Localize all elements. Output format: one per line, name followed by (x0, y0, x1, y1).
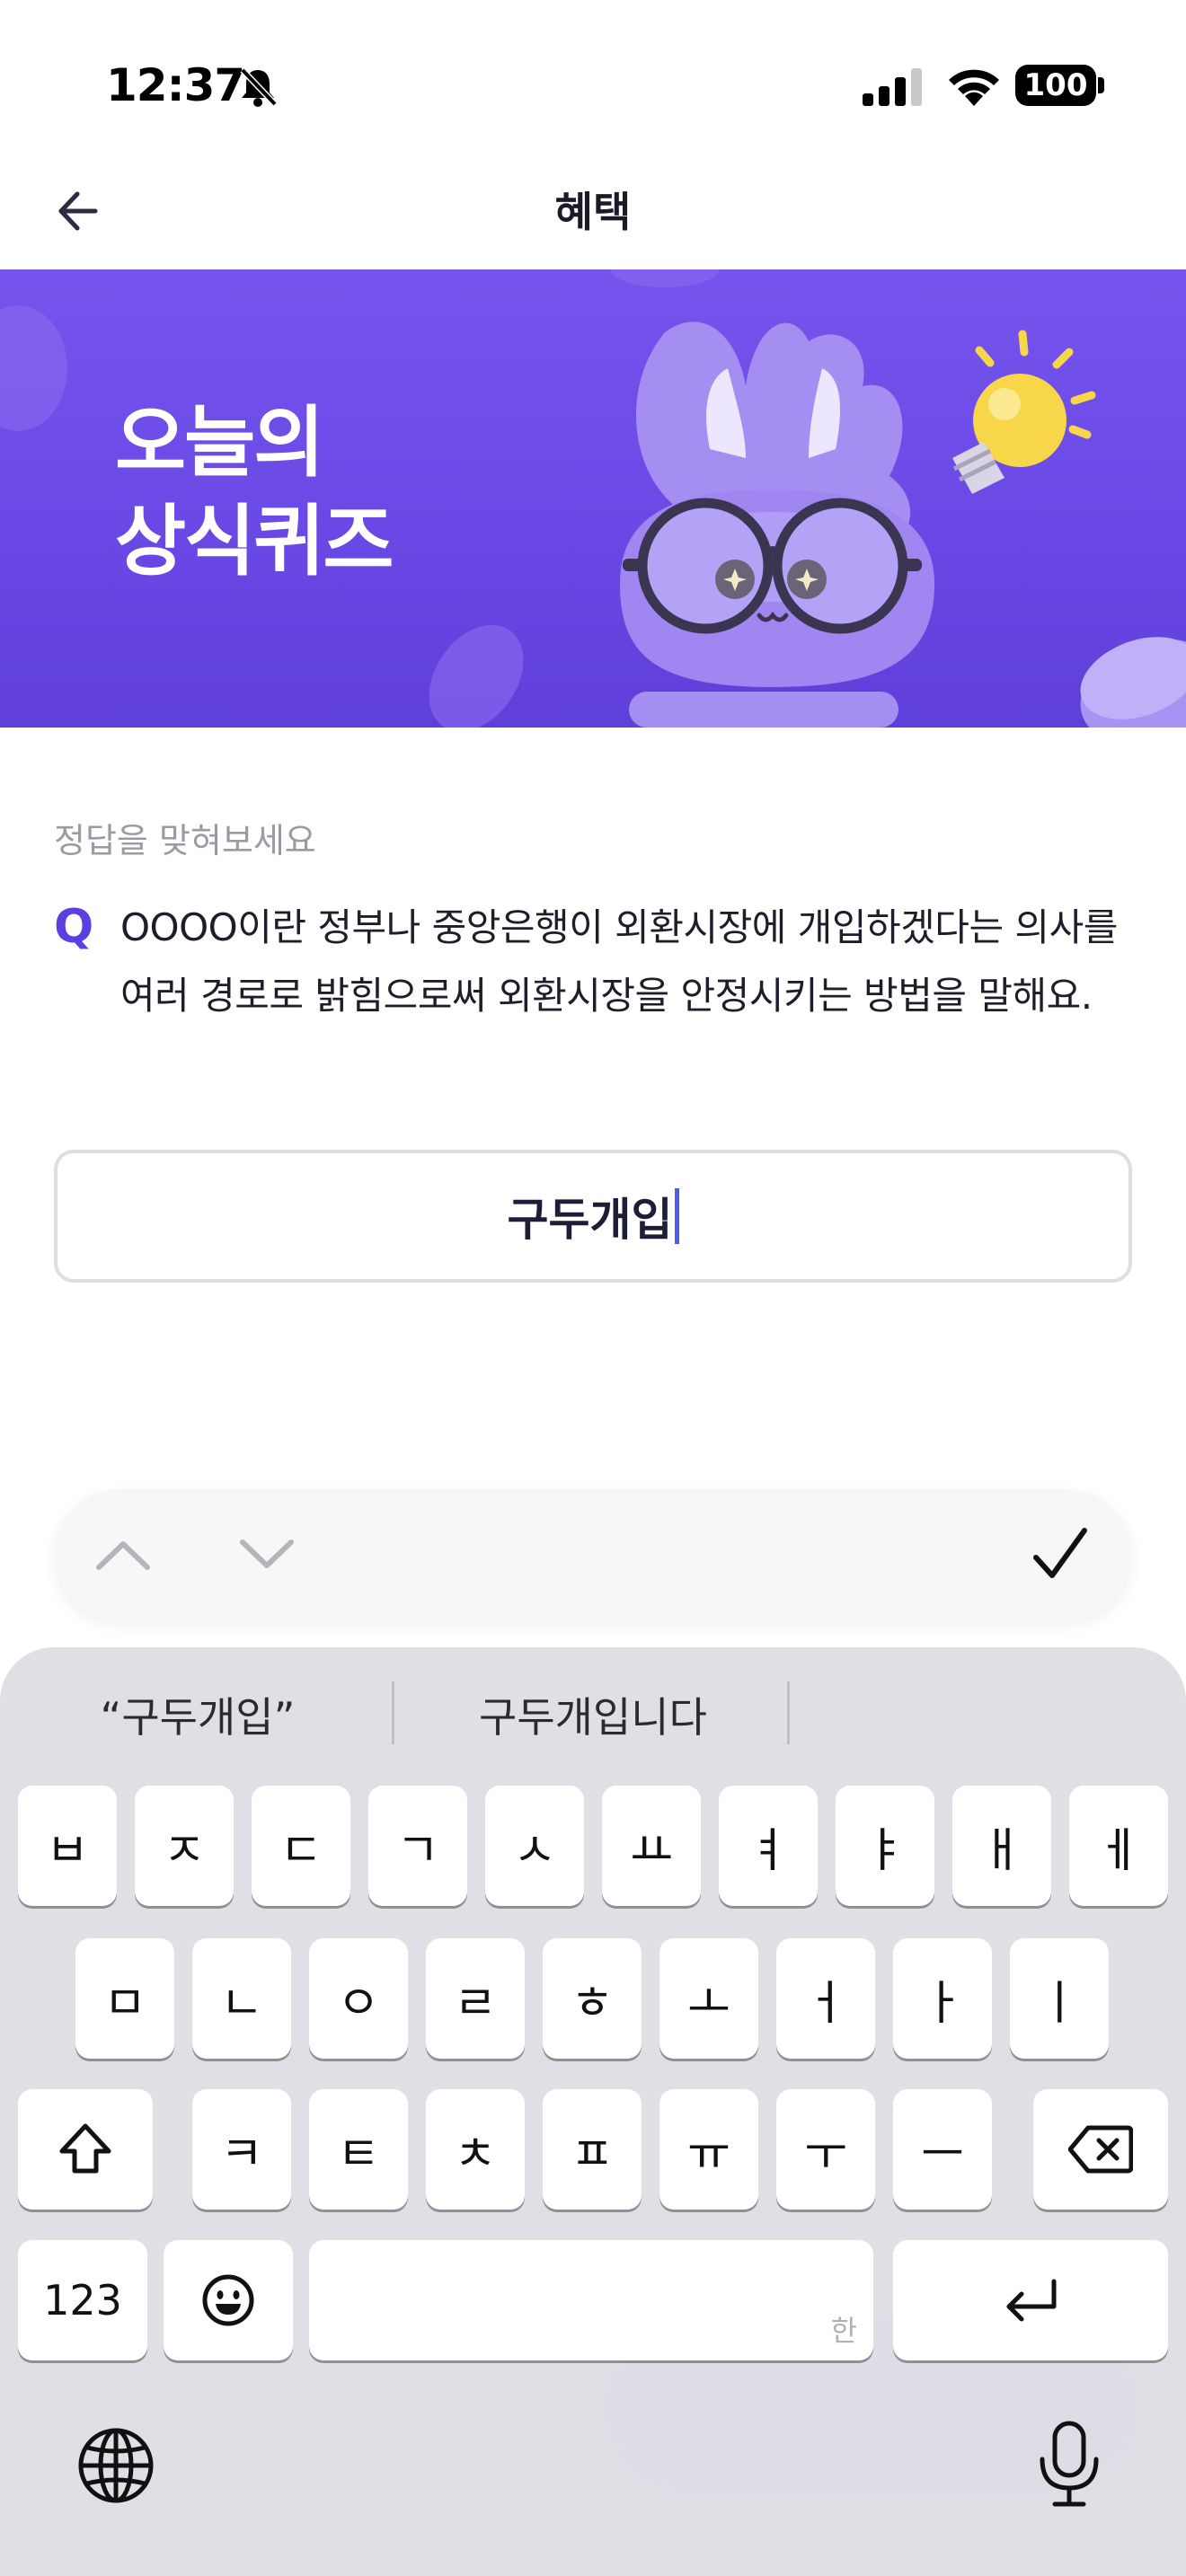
key-ㅛ[interactable]: ㅛ (602, 1786, 701, 1906)
key-ㅇ[interactable]: ㅇ (309, 1938, 408, 2059)
globe-icon (78, 2428, 154, 2503)
key-ㅓ[interactable]: ㅓ (776, 1938, 875, 2059)
key-ㅌ[interactable]: ㅌ (309, 2089, 408, 2210)
key-ㅕ[interactable]: ㅕ (719, 1786, 818, 1906)
emoji-key[interactable] (164, 2240, 293, 2360)
done-button[interactable] (1024, 1516, 1096, 1593)
question-mark: Q (54, 900, 94, 954)
answer-input[interactable]: 구두개입 (54, 1150, 1132, 1283)
banner-title-line1: 오늘의 (115, 398, 324, 488)
numbers-key[interactable]: 123 (18, 2240, 147, 2360)
key-ㅔ[interactable]: ㅔ (1069, 1786, 1168, 1906)
shift-icon (59, 2123, 111, 2174)
chevron-down-icon (240, 1539, 294, 1568)
previous-field-button[interactable] (92, 1523, 155, 1586)
microphone-icon (1040, 2421, 1099, 2507)
key-ㅣ[interactable]: ㅣ (1010, 1938, 1109, 2059)
suggestion-2[interactable]: 구두개입니다 (395, 1685, 791, 1744)
key-ㅍ[interactable]: ㅍ (543, 2089, 642, 2210)
banner-title: 오늘의 상식퀴즈 (115, 393, 394, 591)
next-field-button[interactable] (235, 1523, 298, 1586)
dictation-key[interactable] (1033, 2420, 1105, 2510)
status-bar: 12:37 100 (0, 0, 1186, 162)
question-text: OOOO이란 정부나 중앙은행이 외환시장에 개입하겠다는 의사를 여러 경로로… (120, 905, 1118, 1018)
quiz-hint: 정답을 맞혀보세요 (54, 821, 316, 860)
key-ㄱ[interactable]: ㄱ (368, 1786, 467, 1906)
space-language-hint: 한 (830, 2314, 857, 2348)
delete-key[interactable] (1033, 2089, 1168, 2210)
key-ㅂ[interactable]: ㅂ (18, 1786, 117, 1906)
bell-slash-icon (240, 67, 278, 107)
key-ㅎ[interactable]: ㅎ (543, 1938, 642, 2059)
space-key[interactable]: 한 (309, 2240, 873, 2360)
suggestion-divider (392, 1681, 394, 1744)
keyboard-accessory-bar (54, 1489, 1132, 1620)
key-ㅠ[interactable]: ㅠ (659, 2089, 758, 2210)
shift-key[interactable] (18, 2089, 153, 2210)
chevron-up-icon (96, 1541, 150, 1570)
signal-icon (863, 68, 922, 106)
key-ㅋ[interactable]: ㅋ (192, 2089, 291, 2210)
wifi-icon (949, 69, 999, 106)
suggestion-divider (787, 1681, 790, 1744)
key-ㅗ[interactable]: ㅗ (659, 1938, 758, 2059)
battery-cap (1098, 77, 1104, 93)
key-ㅈ[interactable]: ㅈ (135, 1786, 234, 1906)
globe-key[interactable] (75, 2425, 156, 2506)
delete-icon (1068, 2125, 1133, 2174)
key-ㅊ[interactable]: ㅊ (426, 2089, 525, 2210)
page-title: 혜택 (554, 188, 632, 236)
key-ㅅ[interactable]: ㅅ (485, 1786, 584, 1906)
banner-title-line2: 상식퀴즈 (115, 497, 394, 587)
key-ㄷ[interactable]: ㄷ (252, 1786, 350, 1906)
emoji-icon (202, 2274, 254, 2326)
nav-bar: 혜택 (0, 162, 1186, 269)
key-ㄹ[interactable]: ㄹ (426, 1938, 525, 2059)
suggestion-bar: “구두개입” 구두개입니다 (0, 1647, 1186, 1773)
battery-indicator: 100 (1015, 65, 1096, 106)
text-caret (674, 1188, 679, 1244)
key-ㅏ[interactable]: ㅏ (893, 1938, 992, 2059)
suggestion-1[interactable]: “구두개입” (54, 1685, 341, 1744)
key-ㅑ[interactable]: ㅑ (836, 1786, 934, 1906)
return-icon (1006, 2279, 1057, 2322)
key-ㅐ[interactable]: ㅐ (952, 1786, 1051, 1906)
answer-value: 구두개입 (507, 1194, 673, 1246)
status-time: 12:37 (106, 59, 245, 111)
return-key[interactable] (893, 2240, 1168, 2360)
key-ㅜ[interactable]: ㅜ (776, 2089, 875, 2210)
key-ㅁ[interactable]: ㅁ (75, 1938, 174, 2059)
quiz-banner: 오늘의 상식퀴즈 (0, 269, 1186, 728)
key-ㅡ[interactable]: ㅡ (893, 2089, 992, 2210)
checkmark-icon (1033, 1528, 1087, 1578)
key-ㄴ[interactable]: ㄴ (192, 1938, 291, 2059)
